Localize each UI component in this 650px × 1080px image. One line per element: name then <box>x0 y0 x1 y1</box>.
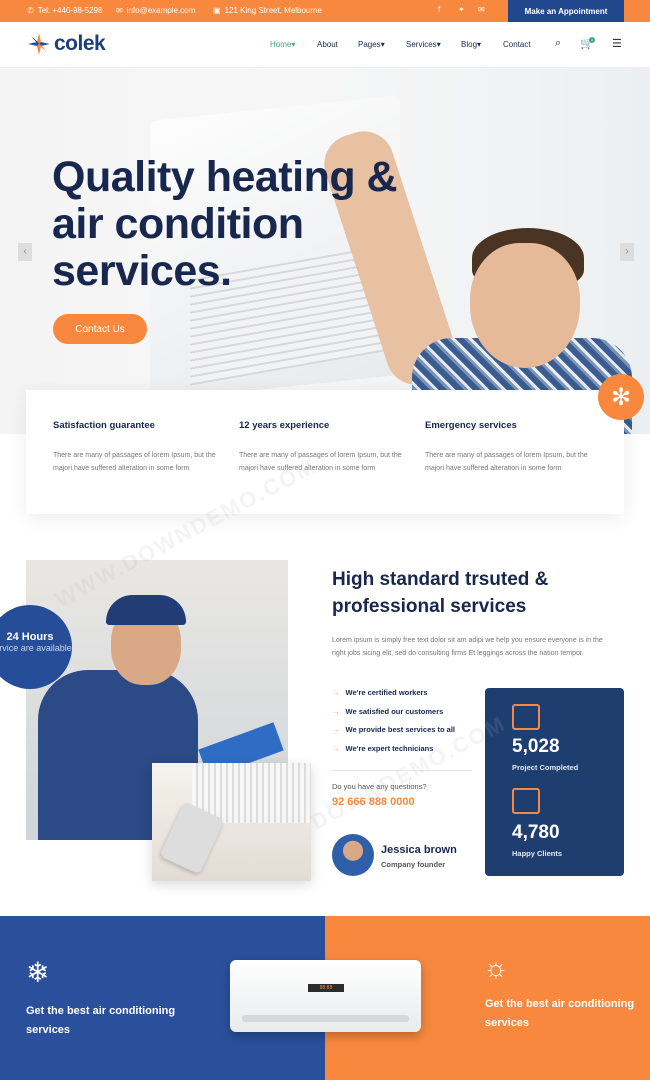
feature-text: There are many of passages of lorem Ipsu… <box>53 452 216 472</box>
arrow-icon: → <box>332 725 340 734</box>
feature-text: There are many of passages of lorem Ipsu… <box>425 452 588 472</box>
address-info: ▣ 121 King Street, Melbourne <box>213 6 322 15</box>
founder-name: Jessica brown <box>381 844 457 856</box>
twitter-icon[interactable]: ✦ <box>458 5 465 15</box>
facebook-icon[interactable]: f <box>438 5 440 15</box>
arrow-icon: → <box>332 743 340 753</box>
nav-about[interactable]: About <box>317 40 338 49</box>
list-item: → We satisfied our customers <box>332 707 455 726</box>
badge-title: 24 Hours <box>6 631 54 643</box>
nav-home[interactable]: Home▾ <box>270 40 295 49</box>
feature-title: Emergency services <box>425 420 517 431</box>
question-label: Do you have any questions? <box>332 782 427 791</box>
divider <box>332 770 472 771</box>
phone-info[interactable]: ✆ Tel: +440-98-5298 <box>27 6 102 15</box>
feature-title: Satisfaction guarantee <box>53 420 155 431</box>
email-social-icon[interactable]: ✉ <box>478 5 485 15</box>
mail-icon: ✉ <box>116 5 123 15</box>
email-text: info@example.com <box>126 6 196 15</box>
stat-value: 4,780 <box>512 822 560 843</box>
ac-unit-image: 88:88 <box>230 960 421 1032</box>
snowflake-icon: ❄ <box>26 957 50 988</box>
features-card: Satisfaction guarantee There are many of… <box>26 390 624 514</box>
stat-value: 5,028 <box>512 736 560 757</box>
logo-text: colek <box>54 32 106 55</box>
about-title: High standard trsuted & professional ser… <box>332 569 549 617</box>
sun-icon: ☼ <box>483 952 509 983</box>
hero-section: Quality heating & air condition services… <box>0 68 650 434</box>
badge-subtitle: Service are available <box>0 643 72 653</box>
project-icon <box>512 704 540 730</box>
phone-icon: ✆ <box>27 5 34 15</box>
top-bar: ✆ Tel: +440-98-5298 ✉ info@example.com ▣… <box>0 0 650 22</box>
checklist: → We're certified workers → We satisfied o… <box>332 688 455 762</box>
cta-left-text: Get the best air conditioning services <box>26 1005 176 1036</box>
nav-contact[interactable]: Contact <box>503 40 531 49</box>
arrow-icon: → <box>332 688 340 697</box>
founder-role: Company founder <box>381 860 446 869</box>
slider-next-arrow[interactable]: › <box>620 243 634 261</box>
about-description: Lorem ipsum is simply free text dolor si… <box>332 637 603 657</box>
fan-icon: ✻ <box>598 374 644 420</box>
list-item: → We provide best services to all <box>332 725 455 744</box>
feature-title: 12 years experience <box>239 420 330 431</box>
make-appointment-button[interactable]: Make an Appointment <box>508 0 624 22</box>
search-icon[interactable]: ⌕ <box>555 37 561 50</box>
arrow-icon: → <box>332 706 340 716</box>
cart-count-badge: 1 <box>589 37 595 43</box>
logo[interactable]: colek <box>27 32 106 56</box>
avatar <box>332 834 374 876</box>
feature-item: 12 years experience There are many of pa… <box>239 420 409 475</box>
phone-text: Tel: +440-98-5298 <box>37 6 103 15</box>
about-section: 24 Hours Service are available High stan… <box>0 514 650 916</box>
stat-label: Project Completed <box>512 763 579 772</box>
email-info[interactable]: ✉ info@example.com <box>116 6 195 15</box>
cta-right-text: Get the best air conditioning services <box>485 998 635 1029</box>
feature-item: Satisfaction guarantee There are many of… <box>53 420 223 475</box>
nav-pages[interactable]: Pages▾ <box>358 40 385 49</box>
hero-title: Quality heating & air condition services… <box>52 153 398 295</box>
address-text: 121 King Street, Melbourne <box>224 6 322 15</box>
list-item: → We're expert technicians <box>332 744 455 763</box>
logo-icon <box>28 33 50 55</box>
slider-prev-arrow[interactable]: ‹ <box>18 243 32 261</box>
map-icon: ▣ <box>213 5 221 15</box>
remote-image <box>152 763 311 881</box>
contact-us-button[interactable]: Contact Us <box>53 314 147 344</box>
nav-services[interactable]: Services▾ <box>406 40 441 49</box>
stat-label: Happy Clients <box>512 849 563 858</box>
feature-item: Emergency services There are many of pas… <box>425 420 595 475</box>
clients-icon <box>512 788 540 814</box>
feature-text: There are many of passages of lorem Ipsu… <box>239 452 402 472</box>
stats-card: 5,028 Project Completed 4,780 Happy Clie… <box>485 688 624 876</box>
main-navigation: colek Home▾ About Pages▾ Services▾ Blog▾… <box>0 22 650 68</box>
technician-cap <box>106 595 186 625</box>
ac-grill <box>242 1015 409 1022</box>
hero-person-head <box>470 243 580 368</box>
phone-number-link[interactable]: 92 666 888 0000 <box>332 796 415 808</box>
nav-blog[interactable]: Blog▾ <box>461 40 481 49</box>
menu-icon[interactable]: ☰ <box>612 37 622 50</box>
cta-section: ❄ Get the best air conditioning services… <box>0 916 650 1080</box>
list-item: → We're certified workers <box>332 688 455 707</box>
ac-display: 88:88 <box>308 984 344 992</box>
